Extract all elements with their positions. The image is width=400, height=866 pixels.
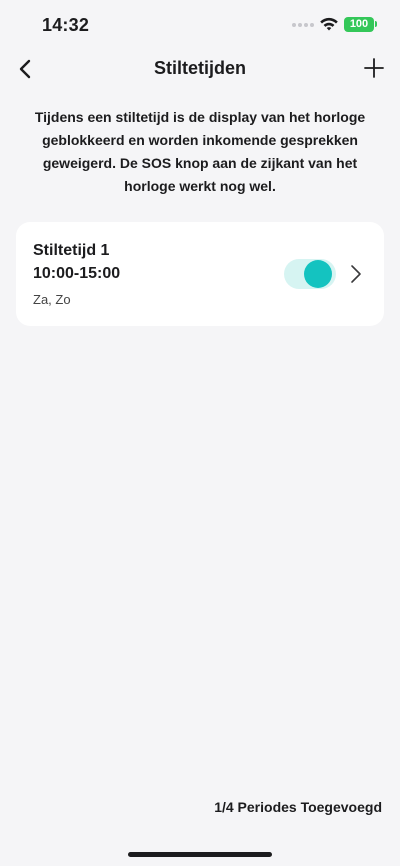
period-toggle[interactable] xyxy=(284,259,336,289)
add-button[interactable] xyxy=(362,56,386,80)
intro-description: Tijdens een stiltetijd is de display van… xyxy=(34,109,366,194)
periods-count: 1/4 Periodes Toegevoegd xyxy=(214,799,382,815)
home-indicator xyxy=(128,852,272,857)
signal-dots-icon xyxy=(292,23,316,29)
chevron-right-icon xyxy=(351,265,361,283)
wifi-icon xyxy=(320,17,338,31)
page-title: Stiltetijden xyxy=(153,58,246,78)
battery-icon: 100 xyxy=(344,17,374,32)
status-time: 14:32 xyxy=(42,15,90,35)
status-bar: 14:32 100 xyxy=(0,0,400,52)
period-time: 10:00-15:00 xyxy=(33,265,121,282)
battery-tip xyxy=(375,21,377,27)
navigation-bar: Stiltetijden xyxy=(0,52,400,88)
period-name: Stiltetijd 1 xyxy=(33,242,110,259)
period-card[interactable]: Stiltetijd 1 10:00-15:00 Za, Zo xyxy=(16,222,384,326)
period-days: Za, Zo xyxy=(33,292,71,307)
toggle-knob xyxy=(304,260,332,288)
